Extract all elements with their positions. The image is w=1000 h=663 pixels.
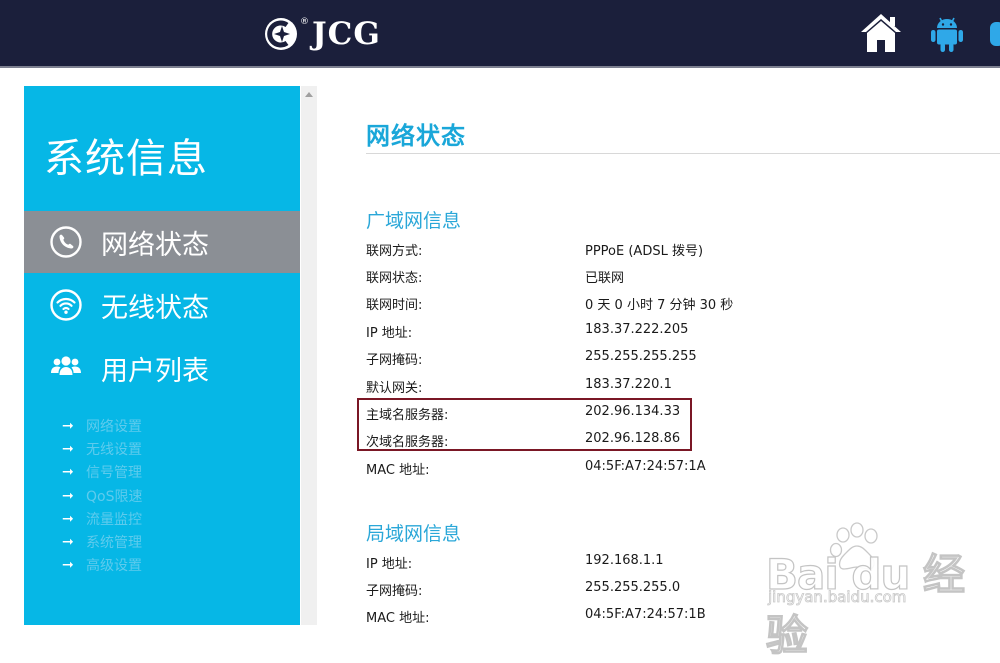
row-label: IP 地址: (366, 326, 413, 341)
wan-row: IP 地址: 183.37.222.205 (366, 322, 966, 349)
wan-row: 子网掩码: 255.255.255.255 (366, 349, 966, 376)
sidebar-item-label: 用户列表 (101, 355, 209, 387)
arrow-right-icon: ➞ (62, 510, 74, 527)
phone-circle-icon (50, 226, 82, 258)
users-icon (51, 356, 81, 375)
sub-item-qos-limit[interactable]: ➞ QoS限速 (62, 484, 142, 507)
row-value: 183.37.220.1 (585, 377, 672, 392)
arrow-right-icon: ➞ (62, 534, 74, 551)
wan-row: 联网状态: 已联网 (366, 267, 966, 294)
row-label: 子网掩码: (366, 584, 423, 599)
brand-logo[interactable]: ® JCG (263, 14, 381, 54)
sidebar-item-wireless-status[interactable]: 无线状态 (24, 274, 300, 336)
row-label: 默认网关: (366, 381, 423, 396)
brand-name: JCG (312, 16, 381, 52)
row-value: 192.168.1.1 (585, 553, 664, 568)
row-value: 04:5F:A7:24:57:1A (585, 459, 706, 474)
home-icon[interactable] (859, 12, 903, 54)
row-label: 子网掩码: (366, 353, 423, 368)
android-icon[interactable] (929, 14, 965, 54)
sub-item-advanced-settings[interactable]: ➞ 高级设置 (62, 554, 142, 577)
row-label: MAC 地址: (366, 611, 430, 626)
wifi-icon (50, 289, 82, 321)
lan-section-title: 局域网信息 (366, 523, 462, 545)
page-title: 网络状态 (366, 122, 466, 150)
sub-item-system-management[interactable]: ➞ 系统管理 (62, 530, 142, 553)
arrow-right-icon: ➞ (62, 557, 74, 574)
arrow-right-icon: ➞ (62, 464, 74, 481)
lan-row: MAC 地址: 04:5F:A7:24:57:1B (366, 607, 966, 634)
row-label: 联网时间: (366, 298, 423, 313)
arrow-right-icon: ➞ (62, 417, 74, 434)
dns-highlight-box (357, 398, 692, 451)
row-label: 联网方式: (366, 244, 423, 259)
row-value: PPPoE (ADSL 拨号) (585, 244, 704, 259)
row-value: 0 天 0 小时 7 分钟 30 秒 (585, 298, 734, 313)
lan-row: 子网掩码: 255.255.255.0 (366, 580, 966, 607)
title-divider (366, 153, 1000, 154)
registered-mark: ® (300, 17, 309, 27)
row-label: 联网状态: (366, 271, 423, 286)
wan-row: MAC 地址: 04:5F:A7:24:57:1A (366, 459, 966, 486)
sub-menu: ➞ 网络设置 ➞ 无线设置 ➞ 信号管理 ➞ QoS限速 ➞ 流量监控 ➞ 系统管理 ➞ 高级… (62, 414, 142, 577)
arrow-right-icon: ➞ (62, 487, 74, 504)
sidebar-item-label: 网络状态 (101, 229, 209, 261)
vertical-scrollbar[interactable] (301, 86, 317, 625)
wan-section-title: 广域网信息 (366, 210, 462, 232)
sub-item-signal-management[interactable]: ➞ 信号管理 (62, 461, 142, 484)
row-value: 255.255.255.255 (585, 349, 697, 364)
top-header: ® JCG (0, 0, 1000, 68)
sidebar-item-label: 无线状态 (101, 292, 209, 324)
sidebar-title: 系统信息 (44, 136, 208, 182)
row-value: 255.255.255.0 (585, 580, 681, 595)
lan-row: IP 地址: 192.168.1.1 (366, 553, 966, 580)
sub-item-network-settings[interactable]: ➞ 网络设置 (62, 414, 142, 437)
jcg-logo-icon (265, 18, 297, 50)
sidebar-item-network-status[interactable]: 网络状态 (24, 211, 300, 273)
row-label: IP 地址: (366, 557, 413, 572)
left-gutter (0, 68, 24, 625)
triangle-up-icon (305, 91, 313, 97)
wan-row: 联网方式: PPPoE (ADSL 拨号) (366, 240, 966, 267)
row-value: 04:5F:A7:24:57:1B (585, 607, 706, 622)
partial-app-icon[interactable] (990, 22, 1000, 46)
scroll-up-button[interactable] (301, 86, 317, 102)
wan-row: 联网时间: 0 天 0 小时 7 分钟 30 秒 (366, 294, 966, 321)
sub-item-traffic-monitor[interactable]: ➞ 流量监控 (62, 507, 142, 530)
row-value: 已联网 (585, 271, 625, 286)
sub-item-wireless-settings[interactable]: ➞ 无线设置 (62, 437, 142, 460)
sidebar-item-user-list[interactable]: 用户列表 (24, 337, 300, 399)
row-label: MAC 地址: (366, 463, 430, 478)
sidebar: 系统信息 网络状态 无线状态 用户列表 ➞ 网络设置 ➞ 无线设置 ➞ 信号管理… (24, 86, 300, 625)
arrow-right-icon: ➞ (62, 440, 74, 457)
row-value: 183.37.222.205 (585, 322, 689, 337)
